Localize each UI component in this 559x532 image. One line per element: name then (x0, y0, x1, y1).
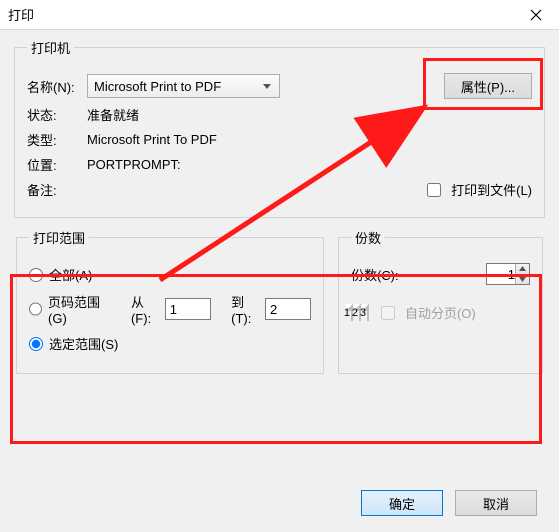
type-value: Microsoft Print To PDF (87, 132, 217, 147)
print-range-group: 打印范围 全部(A) 页码范围(G) 从(F): 到(T): 选定范围(S) (16, 228, 324, 374)
status-value: 准备就绪 (87, 105, 139, 124)
from-input[interactable] (165, 298, 211, 320)
copies-value: 1 (508, 267, 515, 282)
spin-down-button[interactable] (515, 275, 529, 285)
range-legend: 打印范围 (29, 228, 89, 247)
cancel-button[interactable]: 取消 (455, 490, 537, 516)
type-label: 类型: (27, 130, 87, 149)
to-label: 到(T): (231, 292, 259, 326)
copies-label: 份数(C): (351, 265, 399, 284)
comment-label: 备注: (27, 180, 87, 199)
window-title: 打印 (8, 5, 34, 24)
close-button[interactable] (513, 0, 559, 30)
collate-icon: 1 2 3 (351, 305, 373, 320)
dialog-footer: 确定 取消 (361, 490, 537, 516)
name-label: 名称(N): (27, 77, 87, 96)
copies-spinner[interactable]: 1 (486, 263, 530, 285)
to-input[interactable] (265, 298, 311, 320)
copies-group: 份数 份数(C): 1 1 2 3 (338, 228, 543, 374)
copies-legend: 份数 (351, 228, 385, 247)
dialog-client: 打印机 名称(N): Microsoft Print to PDF 属性(P).… (0, 30, 559, 532)
print-to-file-checkbox[interactable]: 打印到文件(L) (427, 180, 532, 199)
ok-button[interactable]: 确定 (361, 490, 443, 516)
printer-name-dropdown[interactable]: Microsoft Print to PDF (87, 74, 280, 98)
printer-name-value: Microsoft Print to PDF (94, 79, 221, 94)
properties-button[interactable]: 属性(P)... (444, 73, 532, 99)
range-selection-radio[interactable]: 选定范围(S) (29, 334, 311, 353)
spin-up-button[interactable] (515, 264, 529, 275)
printer-legend: 打印机 (27, 38, 74, 57)
close-icon (530, 9, 542, 21)
where-value: PORTPROMPT: (87, 157, 181, 172)
print-to-file-input[interactable] (427, 183, 441, 197)
range-all-radio[interactable]: 全部(A) (29, 265, 311, 284)
printer-group: 打印机 名称(N): Microsoft Print to PDF 属性(P).… (14, 38, 545, 218)
where-label: 位置: (27, 155, 87, 174)
from-label: 从(F): (131, 292, 159, 326)
range-pages-radio[interactable]: 页码范围(G) 从(F): 到(T): (29, 292, 311, 326)
collate-checkbox: 自动分页(O) (381, 303, 476, 322)
status-label: 状态: (27, 105, 87, 124)
title-bar: 打印 (0, 0, 559, 30)
